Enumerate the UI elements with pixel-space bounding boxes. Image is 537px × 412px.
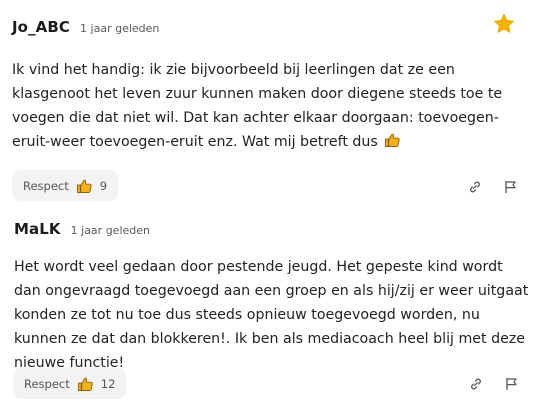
comment-item: MaLK 1 jaar geleden Het wordt veel gedaa… <box>0 206 537 412</box>
respect-count: 12 <box>100 376 116 391</box>
thumbs-up-icon <box>77 377 93 391</box>
link-icon[interactable] <box>468 180 482 194</box>
comment-username[interactable]: Jo_ABC <box>12 18 70 36</box>
link-icon[interactable] <box>469 377 483 391</box>
comment-text: Ik vind het handig: ik zie bijvoorbeeld … <box>12 62 503 150</box>
comment-item: Jo_ABC 1 jaar geleden Ik vind het handig… <box>0 0 537 206</box>
thumbs-up-icon <box>385 133 400 148</box>
respect-count: 9 <box>99 178 108 193</box>
star-icon[interactable] <box>492 12 516 36</box>
respect-label: Respect <box>23 178 69 193</box>
comment-text: Het wordt veel gedaan door pestende jeug… <box>14 259 529 371</box>
comment-header: MaLK 1 jaar geleden <box>14 220 150 238</box>
respect-label: Respect <box>24 376 70 391</box>
flag-icon[interactable] <box>504 180 517 193</box>
comment-username[interactable]: MaLK <box>14 220 61 238</box>
comment-timestamp: 1 jaar geleden <box>70 224 150 237</box>
respect-button[interactable]: Respect 12 <box>13 368 127 399</box>
flag-icon[interactable] <box>505 377 518 390</box>
thumbs-up-icon <box>76 179 92 193</box>
comment-timestamp: 1 jaar geleden <box>80 22 160 35</box>
respect-button[interactable]: Respect 9 <box>12 170 119 201</box>
comment-header: Jo_ABC 1 jaar geleden <box>12 18 159 36</box>
